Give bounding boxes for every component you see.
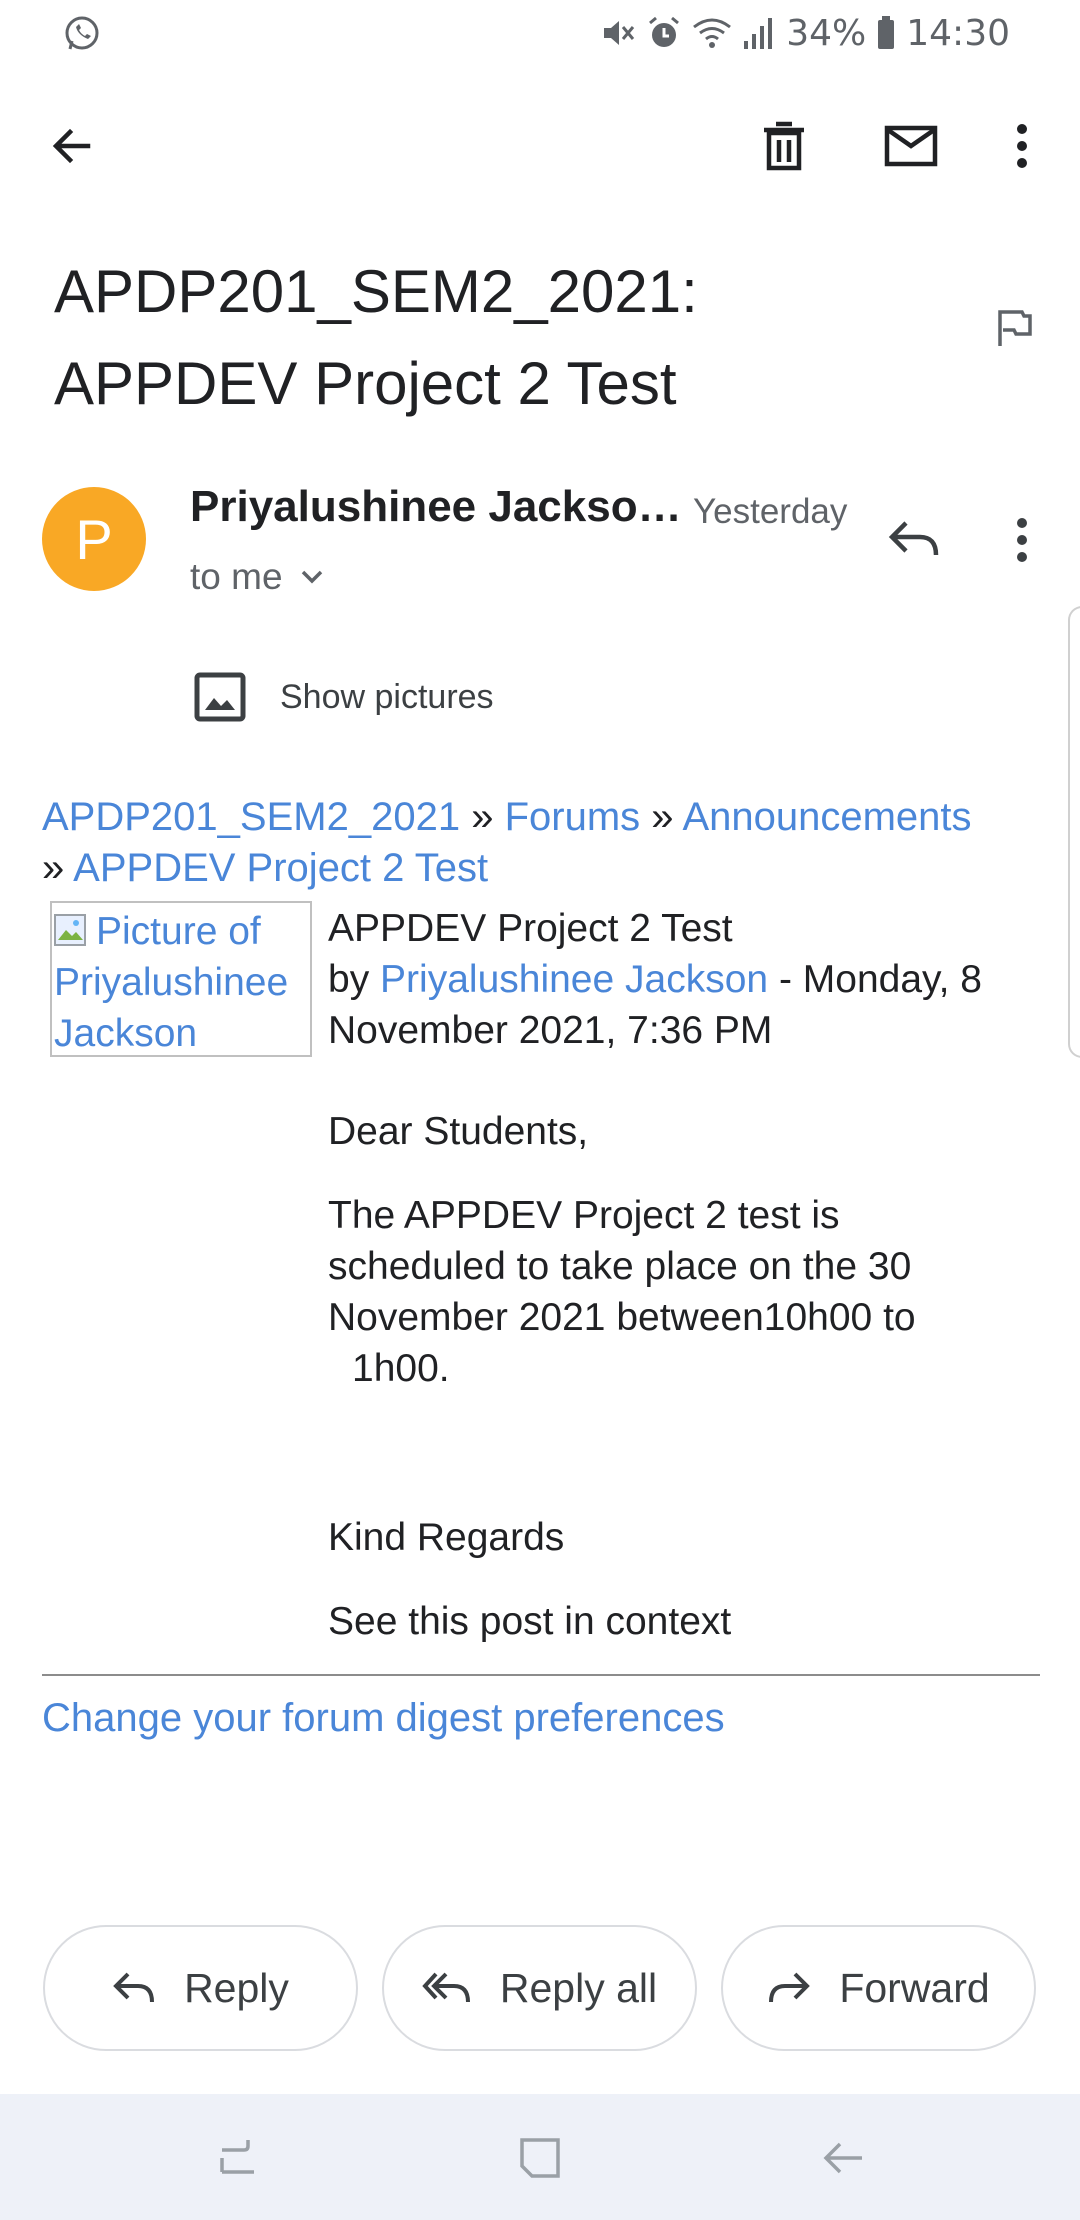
forward-icon [769, 1972, 811, 2003]
post-closing: Kind Regards [328, 1516, 565, 1559]
whatsapp-icon [62, 14, 102, 54]
delete-button[interactable] [744, 106, 824, 186]
back-nav-icon [823, 2142, 862, 2174]
breadcrumb-separator: » [42, 846, 65, 890]
breadcrumb-course-link[interactable]: APDP201_SEM2_2021 [42, 795, 460, 839]
clock: 14:30 [906, 12, 1010, 54]
breadcrumb-topic-link[interactable]: APPDEV Project 2 Test [73, 846, 488, 890]
reply-button[interactable]: Reply [43, 1925, 358, 2051]
chevron-down-icon [301, 570, 322, 584]
post-header: APPDEV Project 2 Test by Priyalushinee J… [328, 903, 1048, 1056]
broken-image-icon [54, 910, 94, 946]
more-options-button[interactable] [982, 106, 1062, 186]
recipient-details[interactable]: to me [190, 556, 323, 598]
post-author-link[interactable]: Priyalushinee Jackson [380, 958, 768, 1001]
app-bar [0, 100, 1080, 192]
sender-avatar[interactable]: P [42, 487, 146, 591]
reply-label: Reply [184, 1964, 289, 2011]
home-square-icon [520, 2138, 560, 2178]
email-date: Yesterday [693, 492, 848, 531]
message-more-button[interactable] [982, 500, 1062, 580]
scroll-handle[interactable] [1068, 606, 1080, 1058]
reply-icon-button[interactable] [874, 500, 954, 580]
battery-icon [878, 16, 895, 49]
reply-icon [113, 1972, 155, 2003]
reply-icon [888, 521, 939, 556]
status-bar: 34% 14:30 [0, 0, 1080, 66]
alarm-icon [649, 16, 680, 47]
post-message: The APPDEV Project 2 test is scheduled t… [328, 1190, 1008, 1394]
recents-icon [220, 2140, 254, 2174]
author-picture[interactable]: Picture of Priyalushinee Jackson [50, 901, 312, 1057]
divider [42, 1674, 1040, 1676]
image-icon [194, 672, 246, 722]
back-nav-button[interactable] [822, 2136, 866, 2180]
system-nav-bar [0, 2094, 1080, 2220]
recipient-label: to me [190, 556, 283, 597]
wifi-icon [693, 18, 732, 48]
email-subject: APDP201_SEM2_2021: APPDEV Project 2 Test [54, 258, 698, 417]
change-digest-preferences-link[interactable]: Change your forum digest preferences [42, 1696, 725, 1741]
status-icons: 34% 14:30 [600, 10, 1010, 56]
arrow-back-icon [52, 128, 91, 164]
show-pictures-button[interactable]: Show pictures [194, 672, 494, 722]
post-title: APPDEV Project 2 Test [328, 907, 733, 950]
reply-all-icon [422, 1972, 470, 2003]
post-message-tail: 1h00. [352, 1347, 450, 1390]
reply-all-button[interactable]: Reply all [382, 1925, 697, 2051]
recents-nav-button[interactable] [216, 2136, 260, 2180]
forward-label: Forward [839, 1964, 990, 2011]
show-pictures-label: Show pictures [280, 677, 494, 716]
breadcrumb-separator: » [471, 795, 494, 839]
signal-icon [744, 18, 773, 49]
reply-all-label: Reply all [499, 1964, 658, 2011]
mute-icon [604, 21, 635, 45]
breadcrumb-announcements-link[interactable]: Announcements [682, 795, 971, 839]
mark-unread-button[interactable] [871, 106, 951, 186]
breadcrumb: APDP201_SEM2_2021 » Forums » Announcemen… [42, 792, 1042, 894]
more-vert-icon [1017, 124, 1027, 168]
flag-icon[interactable] [994, 308, 1038, 352]
breadcrumb-forums-link[interactable]: Forums [505, 795, 641, 839]
home-nav-button[interactable] [518, 2136, 562, 2180]
breadcrumb-separator: » [651, 795, 674, 839]
post-by: by [328, 958, 370, 1001]
post-message-text: The APPDEV Project 2 test is scheduled t… [328, 1194, 916, 1339]
mail-icon [884, 125, 938, 167]
sender-name[interactable]: Priyalushinee Jackso… [190, 482, 682, 532]
battery-percent: 34% [786, 12, 867, 54]
forward-button[interactable]: Forward [721, 1925, 1036, 2051]
trash-icon [764, 121, 804, 171]
see-post-in-context-link[interactable]: See this post in context [328, 1596, 1008, 1647]
back-button[interactable] [32, 106, 112, 186]
post-greeting: Dear Students, [328, 1110, 589, 1153]
more-vert-icon [1017, 518, 1027, 562]
